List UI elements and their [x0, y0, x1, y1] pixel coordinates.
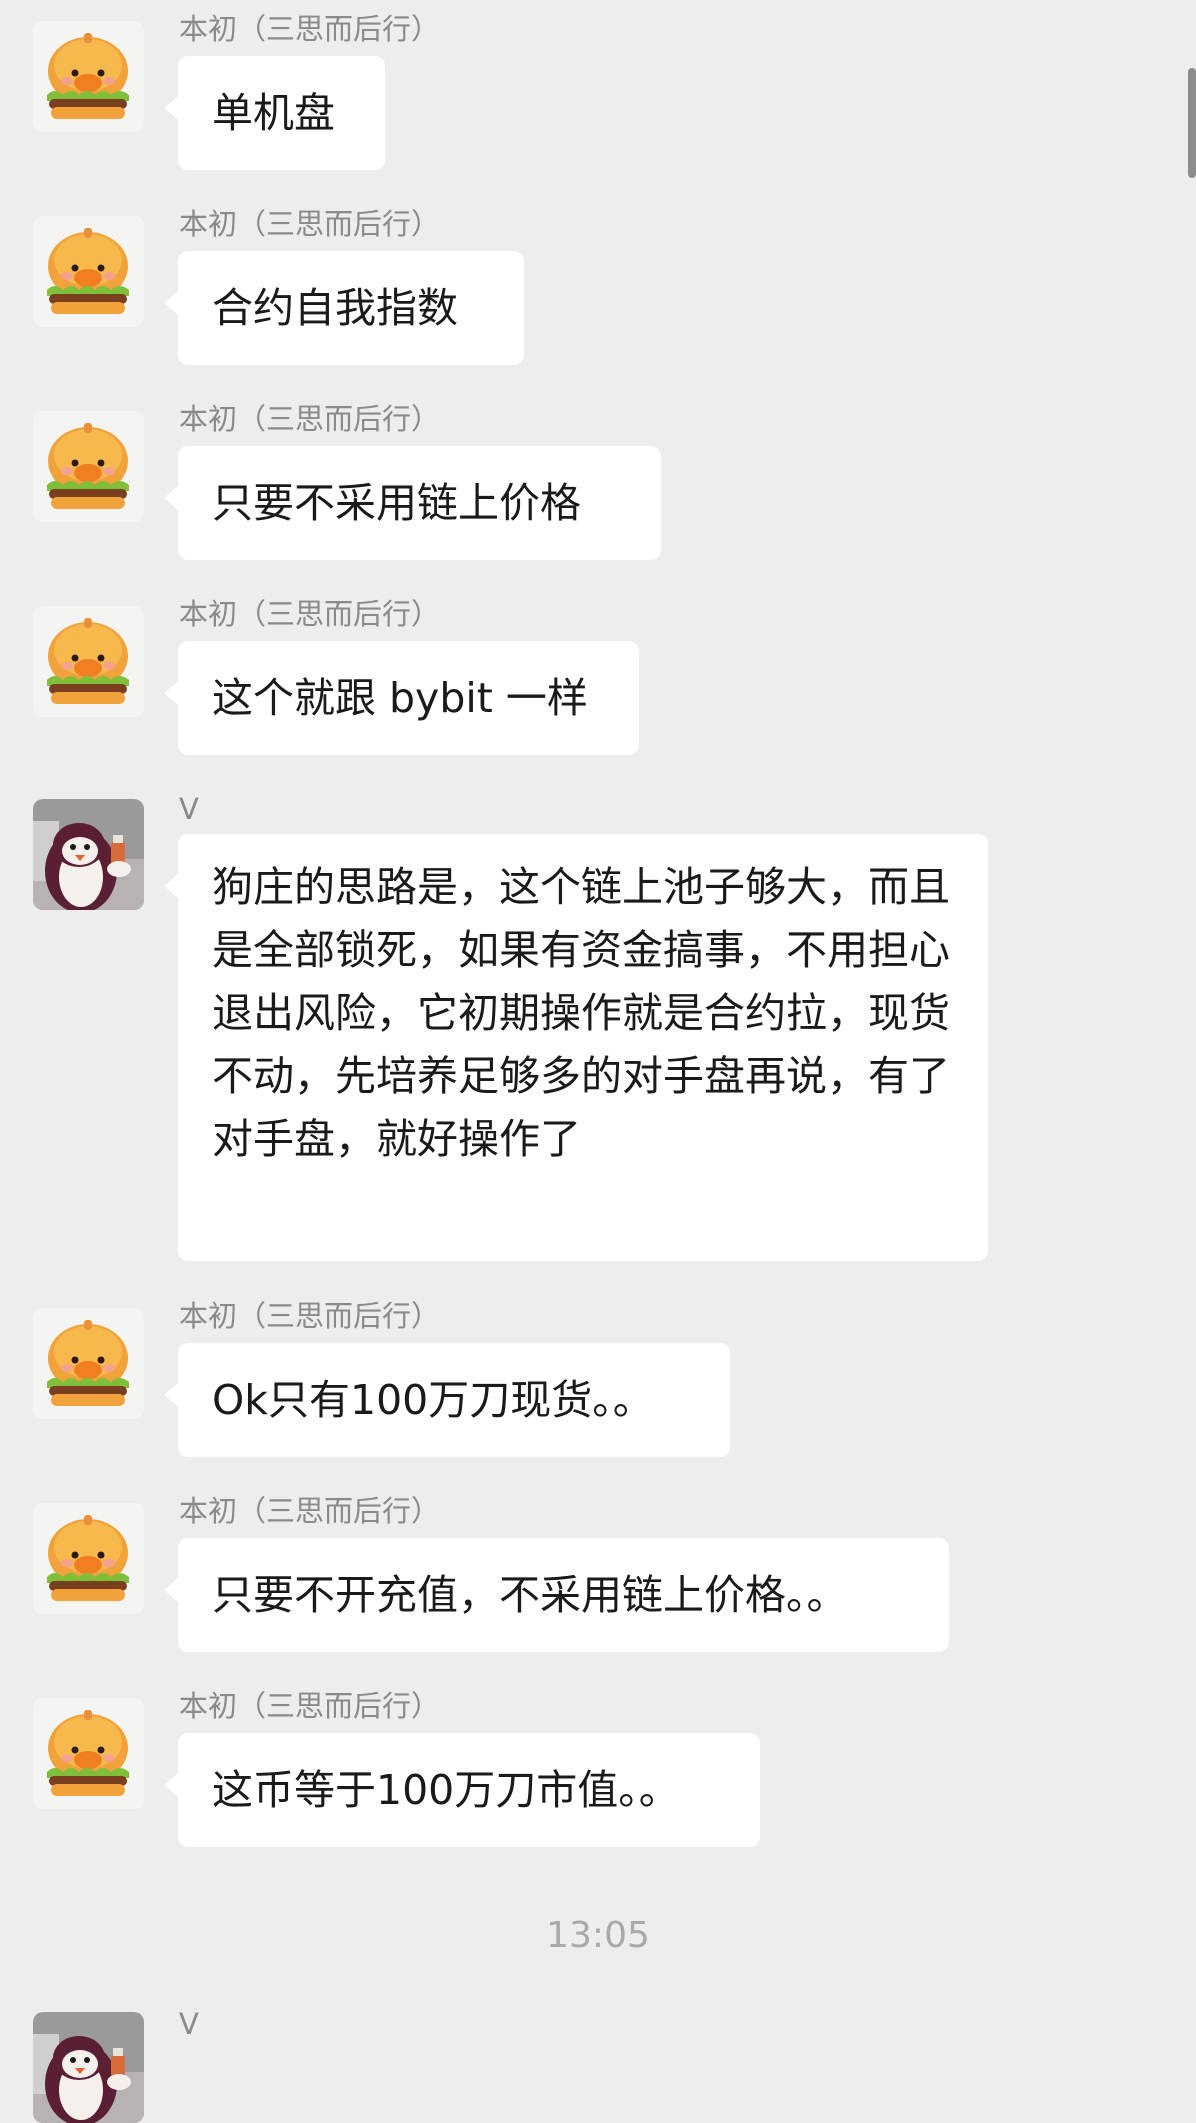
chat-window[interactable]: 本初（三思而后行） 单机盘 本初（三思而后行） 合约自我指数 本初（三思而后行）…	[0, 0, 1196, 2123]
burger-duck-avatar-icon[interactable]	[33, 606, 144, 717]
message-bubble[interactable]: Ok只有100万刀现货。。	[164, 1343, 730, 1457]
sender-name: 本初（三思而后行）	[179, 1689, 441, 1723]
sender-name: V	[179, 2007, 199, 2041]
message-bubble[interactable]: 只要不开充值，不采用链上价格。。	[164, 1538, 949, 1652]
message-timestamp: 13:05	[546, 1915, 650, 1956]
burger-duck-avatar-icon[interactable]	[33, 1308, 144, 1419]
penguin-avatar-icon[interactable]	[33, 2012, 144, 2123]
sender-name: 本初（三思而后行）	[179, 597, 441, 631]
burger-duck-avatar-icon[interactable]	[33, 411, 144, 522]
sender-name: 本初（三思而后行）	[179, 402, 441, 436]
sender-name: 本初（三思而后行）	[179, 12, 441, 46]
message-bubble[interactable]: 狗庄的思路是，这个链上池子够大，而且是全部锁死，如果有资金搞事，不用担心退出风险…	[164, 834, 988, 1261]
sender-name: 本初（三思而后行）	[179, 1494, 441, 1528]
sender-name: 本初（三思而后行）	[179, 1299, 441, 1333]
message-bubble[interactable]: 这个就跟 bybit 一样	[164, 641, 639, 755]
burger-duck-avatar-icon[interactable]	[33, 216, 144, 327]
message-bubble[interactable]: 合约自我指数	[164, 251, 524, 365]
sender-name: 本初（三思而后行）	[179, 207, 441, 241]
burger-duck-avatar-icon[interactable]	[33, 1698, 144, 1809]
message-bubble[interactable]: 单机盘	[164, 56, 385, 170]
sender-name: V	[179, 792, 199, 826]
burger-duck-avatar-icon[interactable]	[33, 21, 144, 132]
message-bubble[interactable]: 只要不采用链上价格	[164, 446, 661, 560]
burger-duck-avatar-icon[interactable]	[33, 1503, 144, 1614]
penguin-avatar-icon[interactable]	[33, 799, 144, 910]
message-bubble[interactable]: 这币等于100万刀市值。。	[164, 1733, 760, 1847]
scrollbar-thumb[interactable]	[1188, 68, 1196, 178]
